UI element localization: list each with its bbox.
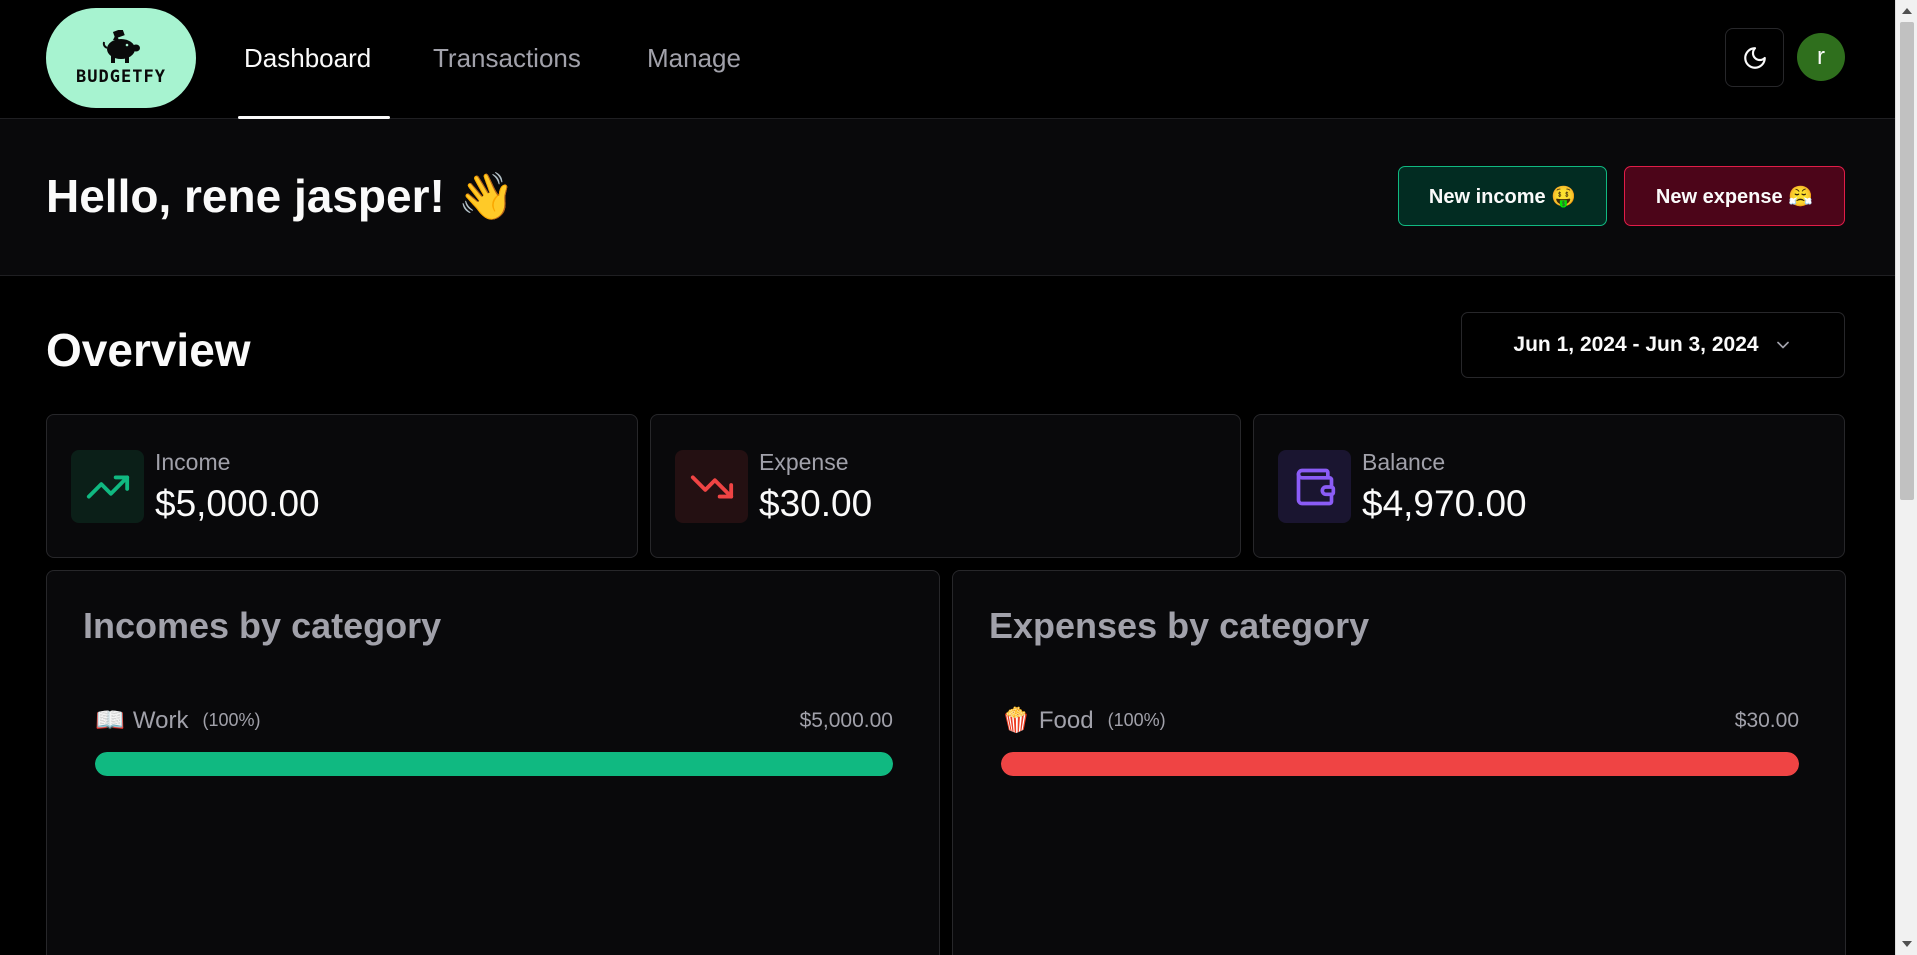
expenses-by-category-title: Expenses by category xyxy=(989,605,1370,646)
category-name: Work xyxy=(132,706,189,734)
trending-up-icon xyxy=(71,450,144,523)
scroll-up-arrow-icon[interactable] xyxy=(1902,8,1912,14)
wallet-icon xyxy=(1278,450,1351,523)
category-progress-track xyxy=(95,752,893,776)
user-avatar[interactable]: r xyxy=(1797,33,1845,81)
nav-link-dashboard[interactable]: Dashboard xyxy=(244,38,371,78)
category-row-food: 🍿 Food (100%) $30.00 xyxy=(1001,706,1799,796)
moon-icon xyxy=(1743,46,1766,69)
income-value: $5,000.00 xyxy=(155,483,320,524)
trending-down-icon xyxy=(675,450,748,523)
greeting-bar: Hello, rene jasper! 👋 New income 🤑 New e… xyxy=(0,119,1895,276)
income-stat-card: Income $5,000.00 xyxy=(46,414,638,558)
new-expense-button[interactable]: New expense 😤 xyxy=(1624,166,1845,226)
category-progress-fill xyxy=(1001,752,1799,776)
nav-link-transactions[interactable]: Transactions xyxy=(433,38,581,78)
expense-label: Expense xyxy=(759,449,849,475)
category-percent: (100%) xyxy=(1107,710,1166,730)
nav-link-manage[interactable]: Manage xyxy=(647,38,741,78)
date-range-picker[interactable]: Jun 1, 2024 - Jun 3, 2024 xyxy=(1461,312,1845,378)
balance-label: Balance xyxy=(1362,449,1446,475)
category-amount: $5,000.00 xyxy=(799,709,893,732)
income-label: Income xyxy=(155,449,231,475)
category-progress-track xyxy=(1001,752,1799,776)
top-navbar: BUDGETFY Dashboard Transactions Manage r xyxy=(0,0,1895,119)
incomes-by-category-title: Incomes by category xyxy=(83,605,442,646)
new-income-button[interactable]: New income 🤑 xyxy=(1398,166,1607,226)
category-progress-fill xyxy=(95,752,893,776)
category-row-work: 📖 Work (100%) $5,000.00 xyxy=(95,706,893,796)
logo-text: BUDGETFY xyxy=(76,66,166,87)
expense-value: $30.00 xyxy=(759,483,873,524)
category-percent: (100%) xyxy=(202,710,261,730)
greeting-text: Hello, rene jasper! 👋 xyxy=(46,170,515,222)
incomes-by-category-card: Incomes by category 📖 Work (100%) $5,000… xyxy=(46,570,940,955)
scrollbar-thumb[interactable] xyxy=(1900,22,1914,500)
expenses-by-category-card: Expenses by category 🍿 Food (100%) $30.0… xyxy=(952,570,1846,955)
date-range-label: Jun 1, 2024 - Jun 3, 2024 xyxy=(1513,333,1759,356)
category-amount: $30.00 xyxy=(1734,709,1799,732)
expense-stat-card: Expense $30.00 xyxy=(650,414,1241,558)
balance-value: $4,970.00 xyxy=(1362,483,1527,524)
category-name: Food xyxy=(1038,706,1094,734)
popcorn-icon: 🍿 xyxy=(1001,707,1031,734)
overview-title: Overview xyxy=(46,324,251,376)
vertical-scrollbar[interactable] xyxy=(1895,0,1917,955)
scroll-down-arrow-icon[interactable] xyxy=(1902,941,1912,947)
book-icon: 📖 xyxy=(95,707,125,734)
piggy-bank-icon xyxy=(102,29,140,63)
balance-stat-card: Balance $4,970.00 xyxy=(1253,414,1845,558)
page: BUDGETFY Dashboard Transactions Manage r… xyxy=(0,0,1895,955)
theme-toggle-button[interactable] xyxy=(1725,28,1784,87)
chevron-down-icon xyxy=(1776,341,1789,349)
logo[interactable]: BUDGETFY xyxy=(46,8,196,108)
